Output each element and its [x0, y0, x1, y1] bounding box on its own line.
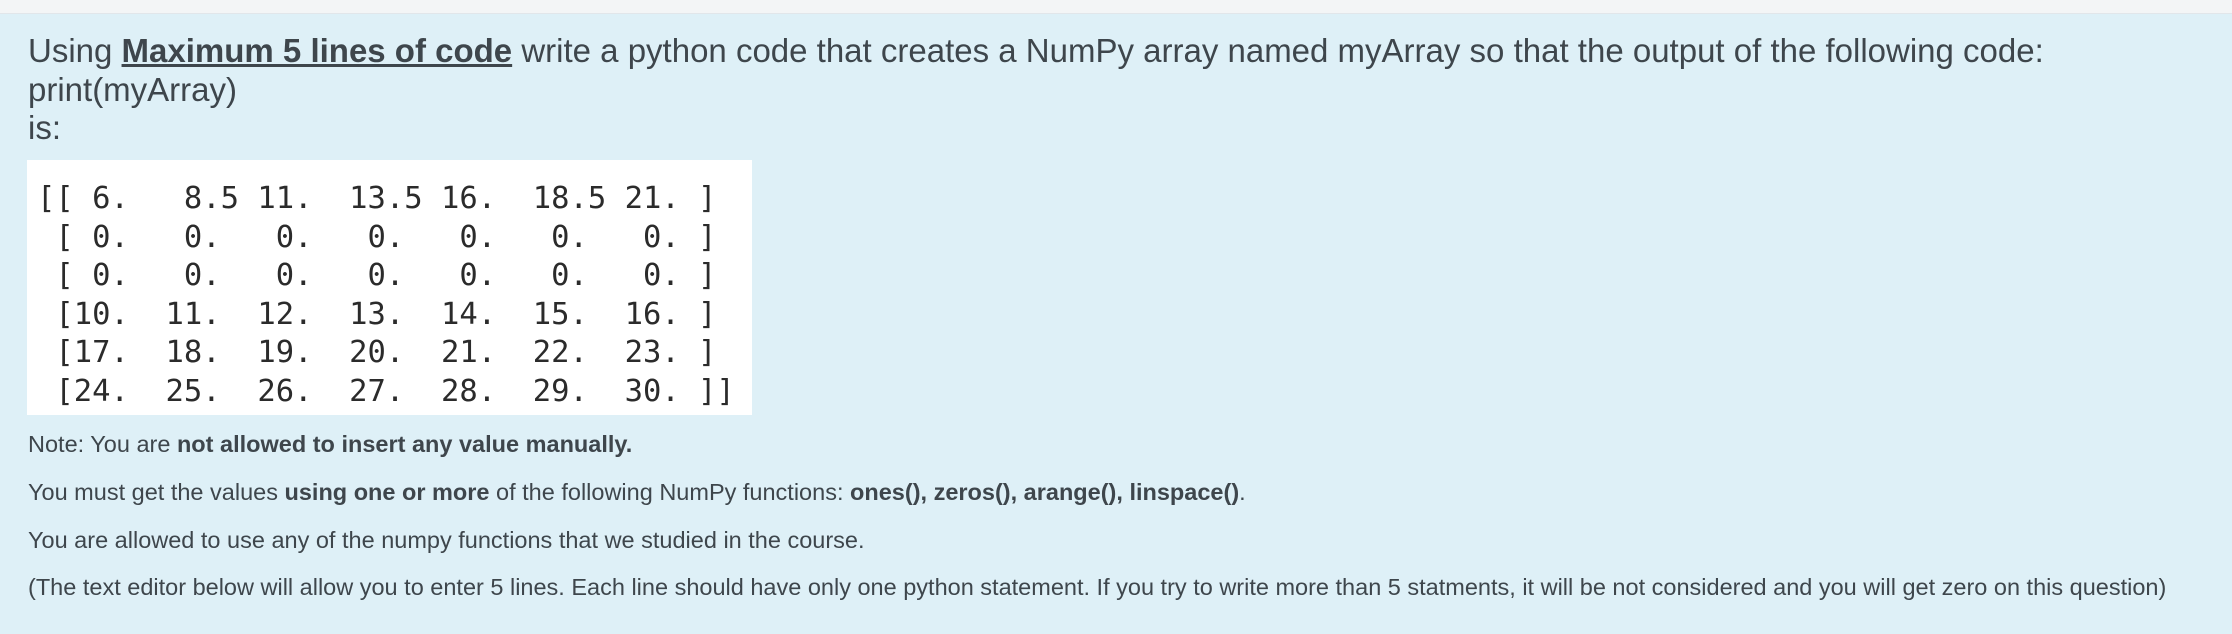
note2-text-end: . — [1239, 479, 1246, 505]
note-manual-values: Note: You are not allowed to insert any … — [28, 430, 632, 458]
expected-output: [[ 6. 8.5 11. 13.5 16. 18.5 21. ] [ 0. 0… — [37, 180, 752, 411]
output-line: [24. 25. 26. 27. 28. 29. 30. ]] — [37, 373, 735, 409]
note2-text-middle: of the following NumPy functions: — [489, 479, 851, 505]
question-intro: Using Maximum 5 lines of code write a py… — [28, 32, 2044, 148]
output-line: [ 0. 0. 0. 0. 0. 0. 0. ] — [37, 219, 717, 255]
output-line: [17. 18. 19. 20. 21. 22. 23. ] — [37, 335, 717, 370]
note1-text: Note: You are — [28, 431, 177, 457]
intro-text-start: Using — [28, 32, 122, 69]
note1-bold: not allowed to insert any value manually… — [176, 431, 633, 457]
expected-output-box: [[ 6. 8.5 11. 13.5 16. 18.5 21. ] [ 0. 0… — [27, 160, 752, 415]
note2-bold-usage: using one or more — [284, 479, 490, 505]
output-line: [ 0. 0. 0. 0. 0. 0. 0. ] — [37, 258, 717, 293]
note-editor-instructions: (The text editor below will allow you to… — [28, 574, 2167, 600]
top-bar — [0, 0, 2232, 14]
note2-text-start: You must get the values — [28, 479, 285, 505]
intro-text-end: write a python code that creates a NumPy… — [512, 32, 2044, 69]
output-line: [10. 11. 12. 13. 14. 15. 16. ] — [37, 296, 717, 332]
question-panel: Using Maximum 5 lines of code write a py… — [0, 14, 2232, 634]
note-functions: You must get the values using one or mor… — [28, 478, 1246, 506]
note2-bold-functions: ones(), zeros(), arange(), linspace() — [850, 479, 1240, 505]
intro-line: Using Maximum 5 lines of code write a py… — [28, 32, 2044, 71]
note-allowed-functions: You are allowed to use any of the numpy … — [28, 527, 865, 553]
is-label: is: — [28, 109, 61, 146]
intro-emphasis: Maximum 5 lines of code — [121, 32, 513, 69]
output-line: [[ 6. 8.5 11. 13.5 16. 18.5 21. ] — [37, 181, 717, 216]
code-line: print(myArray) — [28, 70, 238, 108]
